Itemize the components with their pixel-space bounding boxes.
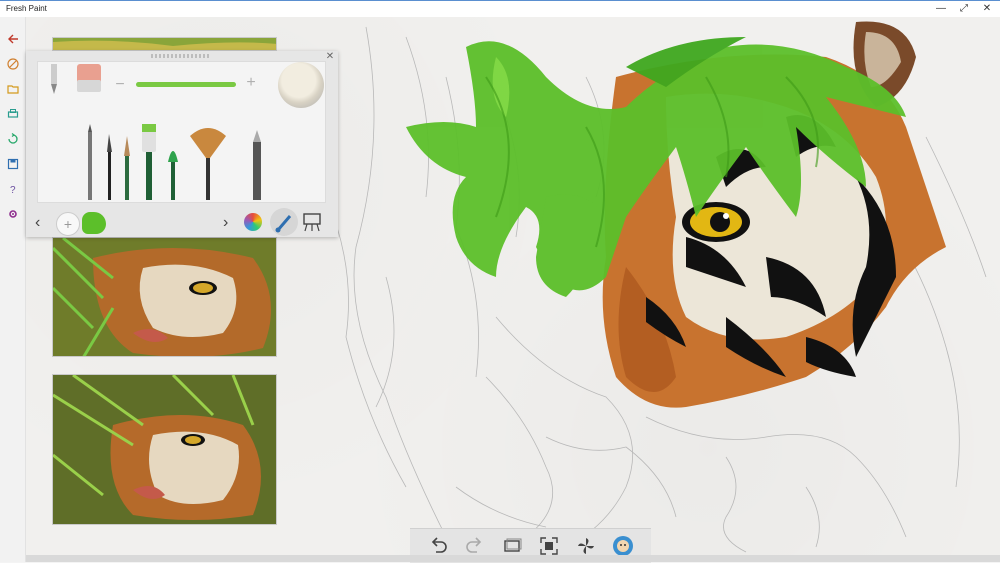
brush-set (88, 124, 261, 200)
pencil-tool[interactable] (48, 64, 60, 101)
restore-button[interactable]: ⤢ (953, 2, 975, 16)
green-paint-swatch[interactable] (82, 212, 106, 234)
fine-brush-icon (107, 134, 112, 200)
app-title: Fresh Paint (6, 4, 47, 13)
panel-drag-grip[interactable] (151, 54, 211, 58)
panel-close-icon[interactable]: ✕ (325, 52, 335, 62)
close-button[interactable]: ✕ (976, 2, 998, 16)
minimize-button[interactable]: — (930, 2, 952, 16)
folder-icon[interactable] (3, 79, 22, 98)
reference-photo-2[interactable] (52, 237, 277, 357)
title-bar: Fresh Paint — ⤢ ✕ (0, 0, 1000, 17)
help-icon[interactable]: ? (3, 179, 22, 198)
share-icon[interactable] (3, 129, 22, 148)
size-increase-button[interactable]: + (244, 74, 258, 92)
flat-brush-icon (142, 124, 156, 200)
fan-brush-icon (190, 128, 226, 200)
back-arrow-icon[interactable] (3, 29, 22, 48)
round-brush-icon (124, 136, 130, 200)
settings-gear-icon[interactable] (3, 204, 22, 223)
horizontal-scrollbar[interactable] (26, 555, 1000, 562)
brush-palette-panel: ✕ − + ‹ + › (26, 51, 338, 237)
reference-photo-1[interactable] (52, 37, 277, 51)
graphite-pencil-icon (253, 130, 261, 200)
print-icon[interactable] (3, 104, 22, 123)
reference-photo-3[interactable] (52, 374, 277, 525)
brush-mode-icon[interactable] (270, 208, 298, 236)
brush-size-slider[interactable] (136, 82, 236, 87)
easel-icon[interactable] (302, 212, 322, 232)
graphite-stick-icon (88, 124, 92, 200)
color-wheel-icon[interactable] (244, 213, 262, 231)
eraser-tool[interactable] (76, 64, 102, 99)
paint-dish-icon[interactable] (278, 62, 324, 108)
app-bar: ? (0, 17, 26, 562)
palette-prev-icon[interactable]: ‹ (35, 214, 40, 232)
palette-color-row: ‹ + › (26, 208, 338, 237)
filbert-brush-icon (168, 151, 178, 200)
tool-tray: − + (37, 61, 326, 203)
palette-next-icon[interactable]: › (223, 214, 228, 232)
save-icon[interactable] (3, 154, 22, 173)
svg-text:?: ? (10, 185, 16, 195)
size-decrease-button[interactable]: − (113, 76, 127, 94)
paint-icon[interactable] (3, 54, 22, 73)
add-color-icon[interactable]: + (56, 212, 80, 236)
